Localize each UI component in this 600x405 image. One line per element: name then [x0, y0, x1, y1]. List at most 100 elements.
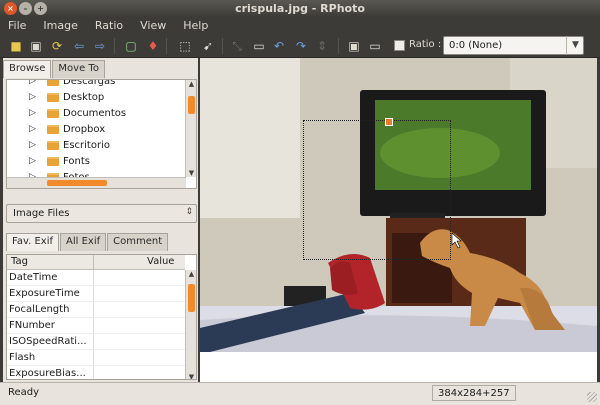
table-row[interactable]: DateTime — [7, 270, 185, 286]
tree-row[interactable]: ▷ Documentos — [7, 106, 185, 122]
tree-horizontal-scrollbar[interactable] — [7, 177, 186, 188]
table-cell: FocalLength — [9, 304, 70, 315]
tab-all-exif[interactable]: All Exif — [60, 233, 107, 251]
resize-icon[interactable]: ▭ — [252, 39, 266, 53]
tree-row[interactable]: ▷ Fonts — [7, 154, 185, 170]
refresh-icon[interactable]: ⟳ — [50, 39, 64, 53]
toolbar-separator — [338, 38, 339, 54]
table-row[interactable]: ISOSpeedRati... — [7, 334, 185, 350]
fullscreen-icon[interactable]: ▣ — [347, 39, 361, 53]
table-cell: FNumber — [9, 320, 55, 331]
previous-image-icon[interactable]: ⇦ — [72, 39, 86, 53]
selection-handle-icon[interactable] — [385, 118, 393, 126]
open-folder-icon[interactable]: ■ — [9, 39, 23, 53]
table-row[interactable]: ExposureTime — [7, 286, 185, 302]
expand-arrow-icon[interactable]: ▷ — [29, 124, 36, 134]
select-tool-icon[interactable]: ⬚ — [178, 39, 192, 53]
file-type-filter[interactable]: Image Files ⇕ — [6, 204, 197, 223]
window-title: crispula.jpg - RPhoto — [235, 2, 365, 15]
folder-label: Escritorio — [63, 140, 110, 151]
folder-label: Desktop — [63, 92, 105, 103]
browse-tabs: Browse Move To — [3, 60, 106, 78]
rotate-right-icon[interactable]: ↷ — [294, 39, 308, 53]
expand-arrow-icon[interactable]: ▷ — [29, 108, 36, 118]
menu-help[interactable]: Help — [183, 19, 208, 32]
column-header-tag[interactable]: Tag — [11, 256, 28, 267]
chevron-updown-icon: ⇕ — [185, 207, 193, 217]
scroll-down-icon[interactable]: ▼ — [186, 373, 196, 379]
ratio-select[interactable]: 0:0 (None) — [443, 36, 584, 55]
exif-table: Tag Value DateTime ExposureTime FocalLen… — [6, 254, 197, 380]
tree-row[interactable]: ▷ Escritorio — [7, 138, 185, 154]
photo-window-light — [200, 58, 300, 218]
table-row[interactable]: ExposureBias... — [7, 366, 185, 379]
menu-image[interactable]: Image — [43, 19, 77, 32]
table-row[interactable]: FocalLength — [7, 302, 185, 318]
crop-selection[interactable] — [303, 120, 451, 260]
resize-grip-icon[interactable] — [587, 392, 597, 402]
scrollbar-thumb[interactable] — [188, 284, 195, 312]
tab-fav-exif[interactable]: Fav. Exif — [6, 233, 59, 251]
table-row[interactable]: FNumber — [7, 318, 185, 334]
folder-tree: ▷ Descargas ▷ Desktop ▷ Documentos ▷ Dro… — [6, 79, 197, 189]
tree-vertical-scrollbar[interactable]: ▲ ▼ — [185, 80, 196, 177]
menu-bar: File Image Ratio View Help — [0, 17, 600, 34]
chevron-down-icon[interactable]: ▼ — [566, 36, 584, 55]
next-image-icon[interactable]: ⇨ — [93, 39, 107, 53]
ratio-checkbox[interactable] — [394, 40, 405, 51]
title-bar: × – + crispula.jpg - RPhoto — [0, 0, 600, 17]
tab-browse[interactable]: Browse — [3, 60, 52, 78]
pointer-tool-icon[interactable]: ➹ — [201, 39, 215, 53]
scroll-up-icon[interactable]: ▲ — [186, 80, 196, 88]
expand-arrow-icon[interactable]: ▷ — [29, 156, 36, 166]
tree-row[interactable]: ▷ Dropbox — [7, 122, 185, 138]
menu-view[interactable]: View — [140, 19, 166, 32]
table-cell: ExposureBias... — [9, 368, 86, 379]
folder-label: Fonts — [63, 156, 90, 167]
image-canvas[interactable] — [200, 58, 597, 382]
status-text: Ready — [8, 387, 40, 398]
save-icon[interactable]: ▣ — [29, 39, 43, 53]
scroll-up-icon[interactable]: ▲ — [186, 270, 196, 278]
folder-icon — [47, 141, 59, 150]
window-mode-icon[interactable]: ▭ — [368, 39, 382, 53]
scroll-down-icon[interactable]: ▼ — [186, 169, 196, 177]
expand-arrow-icon[interactable]: ▷ — [29, 80, 36, 86]
table-cell: Flash — [9, 352, 36, 363]
table-cell: ISOSpeedRati... — [9, 336, 87, 347]
folder-icon — [47, 80, 59, 86]
left-panel: Browse Move To ▷ Descargas ▷ Desktop ▷ D… — [3, 58, 198, 382]
tab-move-to[interactable]: Move To — [52, 60, 105, 78]
tree-row[interactable]: ▷ Descargas — [7, 79, 185, 90]
folder-icon — [47, 93, 59, 102]
menu-file[interactable]: File — [8, 19, 26, 32]
folder-icon — [47, 109, 59, 118]
table-header: Tag Value — [7, 255, 185, 270]
scrollbar-thumb[interactable] — [47, 180, 107, 186]
table-vertical-scrollbar[interactable]: ▲ ▼ — [185, 270, 196, 379]
pin-icon[interactable]: ♦ — [146, 39, 160, 53]
selection-geometry: 384x284+257 — [432, 385, 516, 401]
ratio-label: Ratio : — [409, 39, 442, 50]
tab-comment[interactable]: Comment — [107, 233, 169, 251]
folder-label: Descargas — [63, 79, 116, 87]
fit-image-icon[interactable]: ▢ — [124, 39, 138, 53]
expand-arrow-icon[interactable]: ▷ — [29, 140, 36, 150]
tree-row[interactable]: ▷ Desktop — [7, 90, 185, 106]
rotate-left-icon[interactable]: ↶ — [272, 39, 286, 53]
folder-label: Documentos — [63, 108, 127, 119]
flip-icon[interactable]: ⇕ — [315, 39, 329, 53]
folder-icon — [47, 157, 59, 166]
status-bar: Ready 384x284+257 — [0, 382, 600, 405]
scrollbar-thumb[interactable] — [188, 96, 195, 114]
column-header-value[interactable]: Value — [147, 256, 174, 267]
crop-icon[interactable]: ⤡ — [230, 39, 244, 53]
exif-tabs: Fav. Exif All Exif Comment — [6, 233, 169, 252]
table-cell: ExposureTime — [9, 288, 80, 299]
menu-ratio[interactable]: Ratio — [95, 19, 123, 32]
filter-value: Image Files — [13, 208, 70, 219]
toolbar-separator — [222, 38, 223, 54]
expand-arrow-icon[interactable]: ▷ — [29, 92, 36, 102]
table-row[interactable]: Flash — [7, 350, 185, 366]
table-cell: DateTime — [9, 272, 58, 283]
